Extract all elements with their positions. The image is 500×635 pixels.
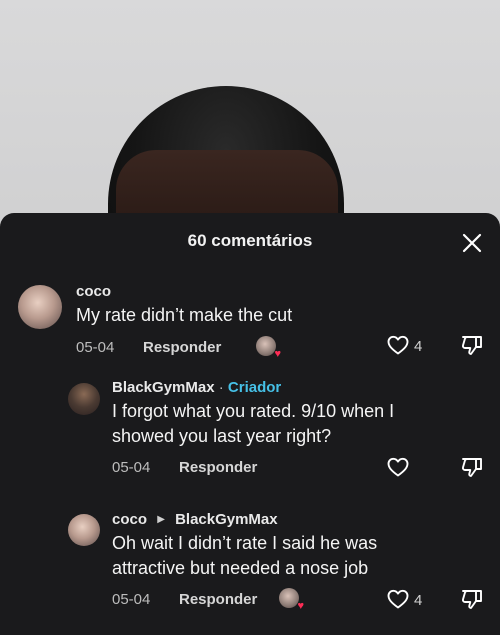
comment-item: coco My rate didn’t make the cut 05-04 R… [0, 281, 500, 361]
comment-username[interactable]: coco [112, 511, 147, 528]
comment-text: I forgot what you rated. 9/10 when I sho… [112, 401, 395, 446]
reply-button[interactable]: Responder [179, 459, 257, 476]
liked-by-creator-indicator: ♥ [256, 336, 281, 360]
close-icon [462, 233, 482, 253]
reply-to-username[interactable]: BlackGymMax [175, 511, 278, 528]
close-button[interactable] [460, 231, 484, 255]
like-button[interactable] [386, 455, 410, 479]
comment-date: 05-04 [112, 591, 151, 608]
like-count: 4 [414, 338, 423, 355]
comment-text: My rate didn’t make the cut [76, 305, 293, 325]
separator-dot: · [218, 379, 224, 396]
like-button[interactable] [386, 587, 410, 611]
dislike-button[interactable] [460, 333, 484, 357]
comment-username-line: coco ▶ BlackGymMax [112, 511, 278, 528]
creator-badge: Criador [227, 379, 282, 396]
avatar[interactable] [68, 383, 100, 415]
reply-comment-item: coco ▶ BlackGymMax Oh wait I didn’t rate… [0, 509, 500, 619]
heart-outline-icon [387, 457, 409, 477]
comment-username[interactable]: coco [76, 283, 111, 300]
heart-outline-icon [387, 589, 409, 609]
avatar[interactable] [68, 514, 100, 546]
thumbs-down-icon [461, 336, 482, 355]
comments-sheet: 60 comentários coco My rate didn’t make … [0, 213, 500, 635]
dislike-button[interactable] [460, 455, 484, 479]
reply-button[interactable]: Responder [179, 591, 257, 608]
like-button[interactable] [386, 333, 410, 357]
creator-mini-avatar [256, 336, 276, 356]
comment-username[interactable]: BlackGymMax [112, 379, 215, 396]
comment-date: 05-04 [76, 339, 115, 356]
comments-count-title: 60 comentários [187, 231, 313, 250]
reply-button[interactable]: Responder [143, 339, 221, 356]
comment-username-line: BlackGymMax · Criador [112, 379, 281, 396]
comment-text: Oh wait I didn’t rate I said he was attr… [112, 533, 378, 578]
comment-date: 05-04 [112, 459, 151, 476]
thumbs-down-icon [461, 590, 482, 609]
heart-badge-icon: ♥ [297, 600, 304, 612]
reply-arrow-icon: ▶ [157, 514, 165, 525]
heart-outline-icon [387, 335, 409, 355]
like-count: 4 [414, 592, 423, 609]
dislike-button[interactable] [460, 587, 484, 611]
heart-badge-icon: ♥ [274, 348, 281, 360]
reply-comment-item: BlackGymMax · Criador I forgot what you … [0, 377, 500, 487]
liked-by-creator-indicator: ♥ [279, 588, 304, 612]
avatar[interactable] [18, 285, 62, 329]
creator-mini-avatar [279, 588, 299, 608]
thumbs-down-icon [461, 458, 482, 477]
